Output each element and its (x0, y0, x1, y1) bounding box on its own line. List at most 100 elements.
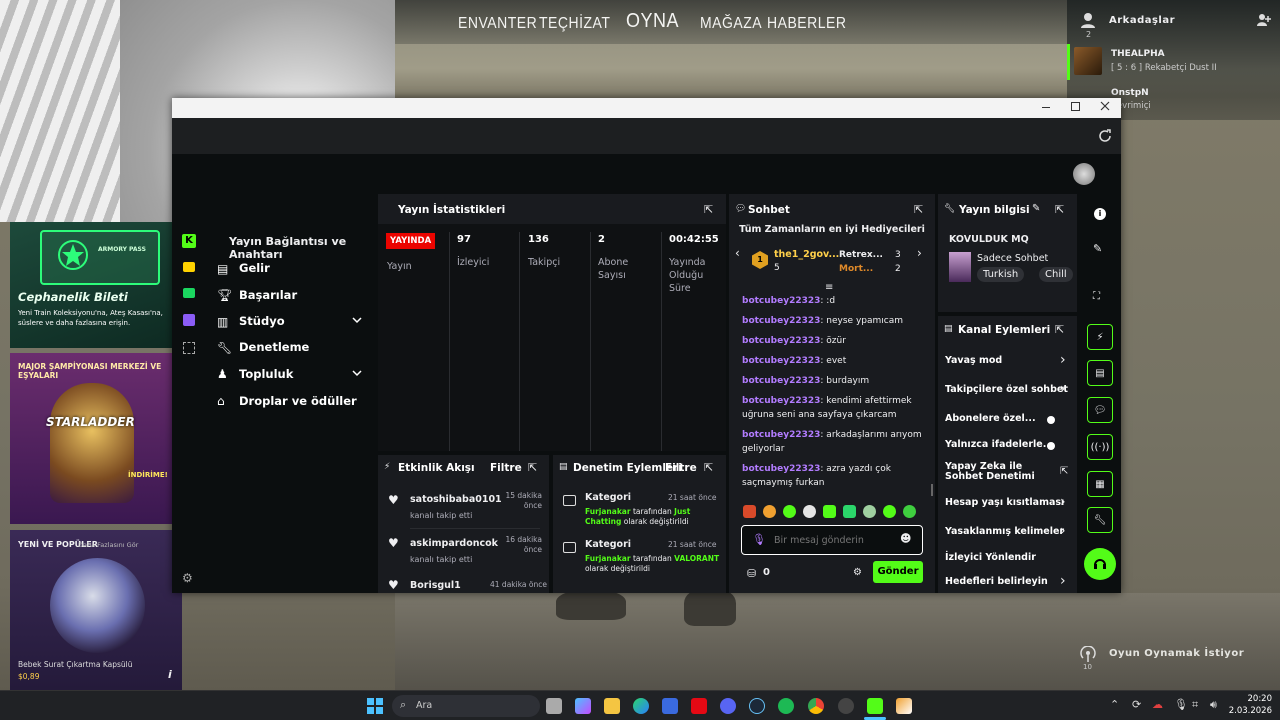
gifter-name[interactable]: Retrex... (839, 250, 883, 260)
refresh-icon[interactable] (1098, 129, 1112, 143)
maximize-icon[interactable] (1071, 102, 1080, 111)
armory-pass-ad[interactable]: ARMORY PASS Cephanelik Bileti Yeni Train… (10, 222, 172, 348)
chevron-right-icon[interactable]: › (1060, 494, 1066, 510)
looking-to-play[interactable]: Oyun Oynamak İstiyor (1109, 648, 1244, 659)
chat-settings-icon[interactable]: ⚙ (853, 567, 862, 578)
window-titlebar[interactable] (172, 98, 1121, 118)
store-icon[interactable] (662, 698, 678, 714)
cs2-icon[interactable] (896, 698, 912, 714)
chat-username[interactable]: botcubey22323 (742, 464, 820, 474)
chat-username[interactable]: botcubey22323 (742, 316, 820, 326)
broadcast-icon[interactable] (1080, 646, 1096, 662)
action-emotes-only[interactable]: Yalnızca ifadelerle... (945, 436, 1073, 454)
popout-icon[interactable]: ⇱ (528, 461, 537, 474)
popout-icon[interactable]: ⇱ (1055, 203, 1064, 216)
edge-icon[interactable] (633, 698, 649, 714)
chat-username[interactable]: botcubey22323 (742, 430, 820, 440)
friend-avatar[interactable] (1074, 47, 1102, 75)
popout-icon[interactable]: ⇱ (704, 203, 713, 216)
activity-user[interactable]: satoshibaba0101 (410, 494, 502, 505)
grid-icon[interactable] (183, 342, 195, 354)
settings-gear-icon[interactable]: ⚙ (182, 571, 193, 585)
quick-action-button[interactable]: 🔧︎ (1087, 507, 1113, 533)
emote-icon[interactable] (843, 505, 856, 518)
action-set-goals[interactable]: Hedefleri belirleyin › (945, 573, 1073, 591)
obs-icon[interactable] (838, 698, 854, 714)
add-friend-icon[interactable] (1257, 13, 1271, 27)
kick-app-icon[interactable] (867, 698, 883, 714)
emote-icon[interactable] (743, 505, 756, 518)
chat-username[interactable]: botcubey22323 (742, 396, 820, 406)
pin-icon[interactable]: ≡ (825, 282, 833, 293)
emoji-icon[interactable]: ☻ (900, 532, 911, 545)
activity-user[interactable]: askimpardoncok (410, 538, 498, 549)
support-button[interactable] (1084, 548, 1116, 580)
kick-logo-icon[interactable]: K (182, 234, 196, 248)
app-icon[interactable] (183, 262, 195, 272)
chevron-down-icon[interactable] (351, 314, 363, 326)
action-ai-moderation[interactable]: Yapay Zeka ile Sohbet Denetimi ⇱ (945, 462, 1073, 488)
focus-icon[interactable]: ⛶ (1093, 291, 1100, 302)
chat-username[interactable]: botcubey22323 (742, 296, 820, 306)
chevron-right-icon[interactable]: › (1060, 573, 1066, 589)
app-icon[interactable] (183, 288, 195, 298)
info-icon[interactable]: i (168, 668, 172, 681)
stream-key-link[interactable]: Yayın Bağlantısı ve Anahtarı (229, 235, 378, 261)
nav-store[interactable]: MAĞAZA (700, 13, 762, 31)
sidebar-item-studio[interactable]: ▥ Stüdyo (217, 314, 367, 330)
app-icon[interactable] (183, 314, 195, 326)
friend-name[interactable]: THEALPHA (1111, 49, 1165, 59)
emote-icon[interactable] (783, 505, 796, 518)
popout-icon[interactable]: ⇱ (1055, 323, 1064, 336)
windows-start-icon[interactable] (367, 698, 383, 714)
avatar[interactable] (1073, 163, 1095, 185)
action-banned-words[interactable]: Yasaklanmış kelimeler › (945, 523, 1073, 541)
cloud-icon[interactable]: ☁ (1152, 698, 1163, 711)
taskbar-search[interactable]: ⌕ Ara (392, 695, 540, 717)
category-thumbnail[interactable] (949, 252, 971, 282)
edit-pencil-icon[interactable]: ✎ (1032, 203, 1040, 214)
microphone-icon[interactable]: 🎙︎ (752, 533, 766, 546)
action-host[interactable]: İzleyici Yönlendir (945, 549, 1073, 567)
nav-play[interactable]: OYNA (626, 8, 679, 32)
tray-chevron-up-icon[interactable]: ⌃ (1110, 698, 1119, 711)
action-slow-mode[interactable]: Yavaş mod › (945, 352, 1073, 370)
emote-icon[interactable] (803, 505, 816, 518)
quick-action-button[interactable]: ⚡︎ (1087, 324, 1113, 350)
nav-loadout[interactable]: TEÇHİZAT (539, 13, 610, 31)
chevron-right-icon[interactable]: › (917, 246, 922, 260)
chevron-right-icon[interactable]: › (1060, 523, 1066, 539)
external-link-icon[interactable]: ⇱ (1060, 466, 1068, 477)
chevron-right-icon[interactable]: › (1060, 381, 1066, 397)
sidebar-item-revenue[interactable]: ▤ Gelir (217, 261, 367, 277)
gifter-name[interactable]: the1_2gov... (774, 249, 839, 260)
sync-icon[interactable]: ⟳ (1132, 698, 1141, 711)
friend-name[interactable]: OnstpN (1111, 88, 1149, 98)
steam-icon[interactable] (749, 698, 765, 714)
spotify-icon[interactable] (778, 698, 794, 714)
chat-scrollbar[interactable] (931, 484, 933, 496)
quick-action-button[interactable]: ▤ (1087, 360, 1113, 386)
gifter-name[interactable]: Mort... (839, 264, 873, 274)
popout-icon[interactable]: ⇱ (914, 203, 923, 216)
emote-icon[interactable] (763, 505, 776, 518)
popout-icon[interactable]: ⇱ (704, 461, 713, 474)
chevron-down-icon[interactable] (351, 367, 363, 379)
file-explorer-icon[interactable] (604, 698, 620, 714)
action-followers-only[interactable]: Takipçilere özel sohbet › (945, 381, 1073, 399)
tag[interactable]: Turkish (977, 267, 1025, 282)
send-button[interactable]: Gönder (873, 561, 923, 583)
minimize-icon[interactable] (1042, 107, 1050, 108)
discord-icon[interactable] (720, 698, 736, 714)
chat-input[interactable] (774, 532, 894, 548)
chevron-right-icon[interactable]: › (1060, 352, 1066, 368)
sidebar-item-achievements[interactable]: 🏆︎ Başarılar (217, 288, 367, 304)
tag[interactable]: Chill (1039, 267, 1073, 282)
info-icon[interactable]: i (1094, 208, 1106, 220)
emote-icon[interactable] (903, 505, 916, 518)
sidebar-item-moderation[interactable]: 🔧︎ Denetleme (217, 340, 367, 356)
emote-icon[interactable] (883, 505, 896, 518)
chevron-left-icon[interactable]: ‹ (735, 246, 740, 260)
copilot-icon[interactable] (575, 698, 591, 714)
quick-action-button[interactable]: ((·)) (1087, 434, 1113, 460)
